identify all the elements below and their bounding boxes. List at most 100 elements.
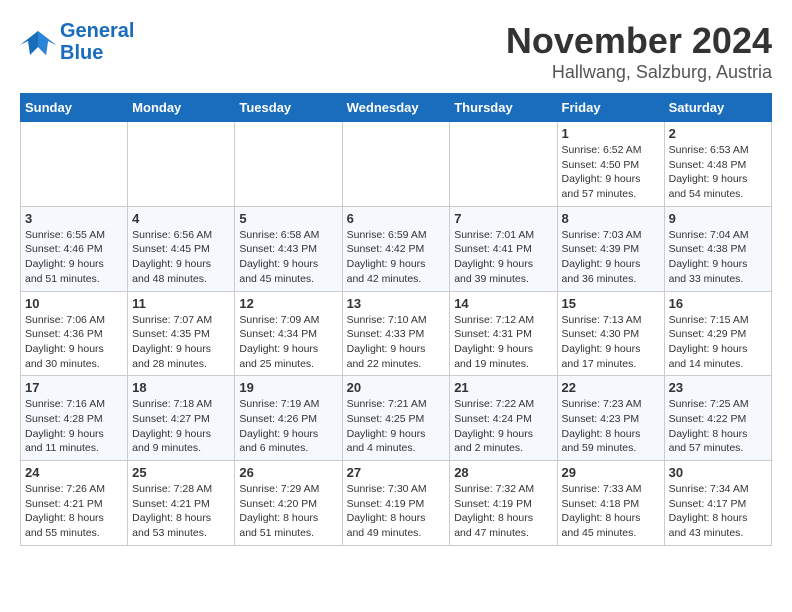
day-detail: Sunrise: 7:28 AM Sunset: 4:21 PM Dayligh… <box>132 482 230 541</box>
day-detail: Sunrise: 6:58 AM Sunset: 4:43 PM Dayligh… <box>239 228 337 287</box>
month-title: November 2024 <box>506 20 772 62</box>
weekday-header-wednesday: Wednesday <box>342 94 450 122</box>
calendar-cell: 26 Sunrise: 7:29 AM Sunset: 4:20 PM Dayli… <box>235 461 342 546</box>
calendar-cell: 5 Sunrise: 6:58 AM Sunset: 4:43 PM Daylig… <box>235 206 342 291</box>
calendar-cell: 22 Sunrise: 7:23 AM Sunset: 4:23 PM Dayli… <box>557 376 664 461</box>
day-detail: Sunrise: 7:09 AM Sunset: 4:34 PM Dayligh… <box>239 313 337 372</box>
calendar-cell: 11 Sunrise: 7:07 AM Sunset: 4:35 PM Dayli… <box>128 291 235 376</box>
logo: General Blue <box>20 20 134 64</box>
calendar-cell <box>450 122 557 207</box>
calendar-cell: 16Sunrise: 7:15 AM Sunset: 4:29 PM Dayli… <box>664 291 771 376</box>
day-detail: Sunrise: 7:06 AM Sunset: 4:36 PM Dayligh… <box>25 313 123 372</box>
day-number: 30 <box>669 465 767 480</box>
calendar-week-4: 17Sunrise: 7:16 AM Sunset: 4:28 PM Dayli… <box>21 376 772 461</box>
day-detail: Sunrise: 7:33 AM Sunset: 4:18 PM Dayligh… <box>562 482 660 541</box>
logo-text: General Blue <box>60 20 134 64</box>
day-number: 26 <box>239 465 337 480</box>
calendar-cell: 1 Sunrise: 6:52 AM Sunset: 4:50 PM Daylig… <box>557 122 664 207</box>
day-number: 1 <box>562 126 660 141</box>
day-detail: Sunrise: 6:56 AM Sunset: 4:45 PM Dayligh… <box>132 228 230 287</box>
calendar-body: 1 Sunrise: 6:52 AM Sunset: 4:50 PM Daylig… <box>21 122 772 546</box>
day-number: 11 <box>132 296 230 311</box>
day-number: 25 <box>132 465 230 480</box>
logo-icon <box>20 27 56 57</box>
weekday-header-saturday: Saturday <box>664 94 771 122</box>
calendar-week-2: 3Sunrise: 6:55 AM Sunset: 4:46 PM Daylig… <box>21 206 772 291</box>
day-detail: Sunrise: 7:32 AM Sunset: 4:19 PM Dayligh… <box>454 482 552 541</box>
title-area: November 2024 Hallwang, Salzburg, Austri… <box>506 20 772 83</box>
calendar-cell: 29 Sunrise: 7:33 AM Sunset: 4:18 PM Dayli… <box>557 461 664 546</box>
day-number: 8 <box>562 211 660 226</box>
day-number: 12 <box>239 296 337 311</box>
day-detail: Sunrise: 7:13 AM Sunset: 4:30 PM Dayligh… <box>562 313 660 372</box>
weekday-header-sunday: Sunday <box>21 94 128 122</box>
day-number: 19 <box>239 380 337 395</box>
day-number: 5 <box>239 211 337 226</box>
day-number: 20 <box>347 380 446 395</box>
calendar-cell: 28 Sunrise: 7:32 AM Sunset: 4:19 PM Dayli… <box>450 461 557 546</box>
calendar-cell: 6 Sunrise: 6:59 AM Sunset: 4:42 PM Daylig… <box>342 206 450 291</box>
calendar-cell: 8 Sunrise: 7:03 AM Sunset: 4:39 PM Daylig… <box>557 206 664 291</box>
day-number: 4 <box>132 211 230 226</box>
calendar-cell: 30 Sunrise: 7:34 AM Sunset: 4:17 PM Dayli… <box>664 461 771 546</box>
calendar-cell: 3Sunrise: 6:55 AM Sunset: 4:46 PM Daylig… <box>21 206 128 291</box>
day-number: 3 <box>25 211 123 226</box>
day-number: 14 <box>454 296 552 311</box>
day-detail: Sunrise: 7:26 AM Sunset: 4:21 PM Dayligh… <box>25 482 123 541</box>
calendar-cell: 14 Sunrise: 7:12 AM Sunset: 4:31 PM Dayli… <box>450 291 557 376</box>
calendar-cell: 20 Sunrise: 7:21 AM Sunset: 4:25 PM Dayli… <box>342 376 450 461</box>
day-number: 18 <box>132 380 230 395</box>
calendar-cell: 19 Sunrise: 7:19 AM Sunset: 4:26 PM Dayli… <box>235 376 342 461</box>
day-number: 28 <box>454 465 552 480</box>
calendar-cell <box>21 122 128 207</box>
header: General Blue November 2024 Hallwang, Sal… <box>20 20 772 83</box>
calendar-cell: 23Sunrise: 7:25 AM Sunset: 4:22 PM Dayli… <box>664 376 771 461</box>
day-detail: Sunrise: 7:07 AM Sunset: 4:35 PM Dayligh… <box>132 313 230 372</box>
day-number: 16 <box>669 296 767 311</box>
calendar-cell <box>342 122 450 207</box>
day-number: 23 <box>669 380 767 395</box>
day-detail: Sunrise: 6:59 AM Sunset: 4:42 PM Dayligh… <box>347 228 446 287</box>
day-detail: Sunrise: 7:34 AM Sunset: 4:17 PM Dayligh… <box>669 482 767 541</box>
day-number: 27 <box>347 465 446 480</box>
calendar-cell: 18 Sunrise: 7:18 AM Sunset: 4:27 PM Dayli… <box>128 376 235 461</box>
day-detail: Sunrise: 7:03 AM Sunset: 4:39 PM Dayligh… <box>562 228 660 287</box>
day-detail: Sunrise: 6:52 AM Sunset: 4:50 PM Dayligh… <box>562 143 660 202</box>
calendar-week-3: 10 Sunrise: 7:06 AM Sunset: 4:36 PM Dayli… <box>21 291 772 376</box>
calendar-cell: 12 Sunrise: 7:09 AM Sunset: 4:34 PM Dayli… <box>235 291 342 376</box>
calendar-cell: 10 Sunrise: 7:06 AM Sunset: 4:36 PM Dayli… <box>21 291 128 376</box>
day-detail: Sunrise: 7:30 AM Sunset: 4:19 PM Dayligh… <box>347 482 446 541</box>
day-detail: Sunrise: 7:29 AM Sunset: 4:20 PM Dayligh… <box>239 482 337 541</box>
calendar-cell: 9Sunrise: 7:04 AM Sunset: 4:38 PM Daylig… <box>664 206 771 291</box>
weekday-header-tuesday: Tuesday <box>235 94 342 122</box>
day-number: 2 <box>669 126 767 141</box>
weekday-header-friday: Friday <box>557 94 664 122</box>
calendar-week-5: 24Sunrise: 7:26 AM Sunset: 4:21 PM Dayli… <box>21 461 772 546</box>
calendar-cell: 2 Sunrise: 6:53 AM Sunset: 4:48 PM Daylig… <box>664 122 771 207</box>
day-number: 29 <box>562 465 660 480</box>
calendar-cell: 24Sunrise: 7:26 AM Sunset: 4:21 PM Dayli… <box>21 461 128 546</box>
calendar-cell: 17Sunrise: 7:16 AM Sunset: 4:28 PM Dayli… <box>21 376 128 461</box>
day-number: 22 <box>562 380 660 395</box>
calendar-table: SundayMondayTuesdayWednesdayThursdayFrid… <box>20 93 772 546</box>
day-detail: Sunrise: 7:21 AM Sunset: 4:25 PM Dayligh… <box>347 397 446 456</box>
calendar-cell: 13Sunrise: 7:10 AM Sunset: 4:33 PM Dayli… <box>342 291 450 376</box>
day-detail: Sunrise: 7:12 AM Sunset: 4:31 PM Dayligh… <box>454 313 552 372</box>
day-detail: Sunrise: 7:01 AM Sunset: 4:41 PM Dayligh… <box>454 228 552 287</box>
day-detail: Sunrise: 7:18 AM Sunset: 4:27 PM Dayligh… <box>132 397 230 456</box>
weekday-header-thursday: Thursday <box>450 94 557 122</box>
weekday-header-monday: Monday <box>128 94 235 122</box>
calendar-cell: 15Sunrise: 7:13 AM Sunset: 4:30 PM Dayli… <box>557 291 664 376</box>
day-detail: Sunrise: 6:53 AM Sunset: 4:48 PM Dayligh… <box>669 143 767 202</box>
day-number: 13 <box>347 296 446 311</box>
calendar-week-1: 1 Sunrise: 6:52 AM Sunset: 4:50 PM Daylig… <box>21 122 772 207</box>
calendar-cell: 7Sunrise: 7:01 AM Sunset: 4:41 PM Daylig… <box>450 206 557 291</box>
location-title: Hallwang, Salzburg, Austria <box>506 62 772 83</box>
calendar-cell: 25 Sunrise: 7:28 AM Sunset: 4:21 PM Dayli… <box>128 461 235 546</box>
day-detail: Sunrise: 7:19 AM Sunset: 4:26 PM Dayligh… <box>239 397 337 456</box>
day-detail: Sunrise: 7:23 AM Sunset: 4:23 PM Dayligh… <box>562 397 660 456</box>
calendar-header-row: SundayMondayTuesdayWednesdayThursdayFrid… <box>21 94 772 122</box>
day-number: 6 <box>347 211 446 226</box>
calendar-cell <box>128 122 235 207</box>
day-number: 10 <box>25 296 123 311</box>
